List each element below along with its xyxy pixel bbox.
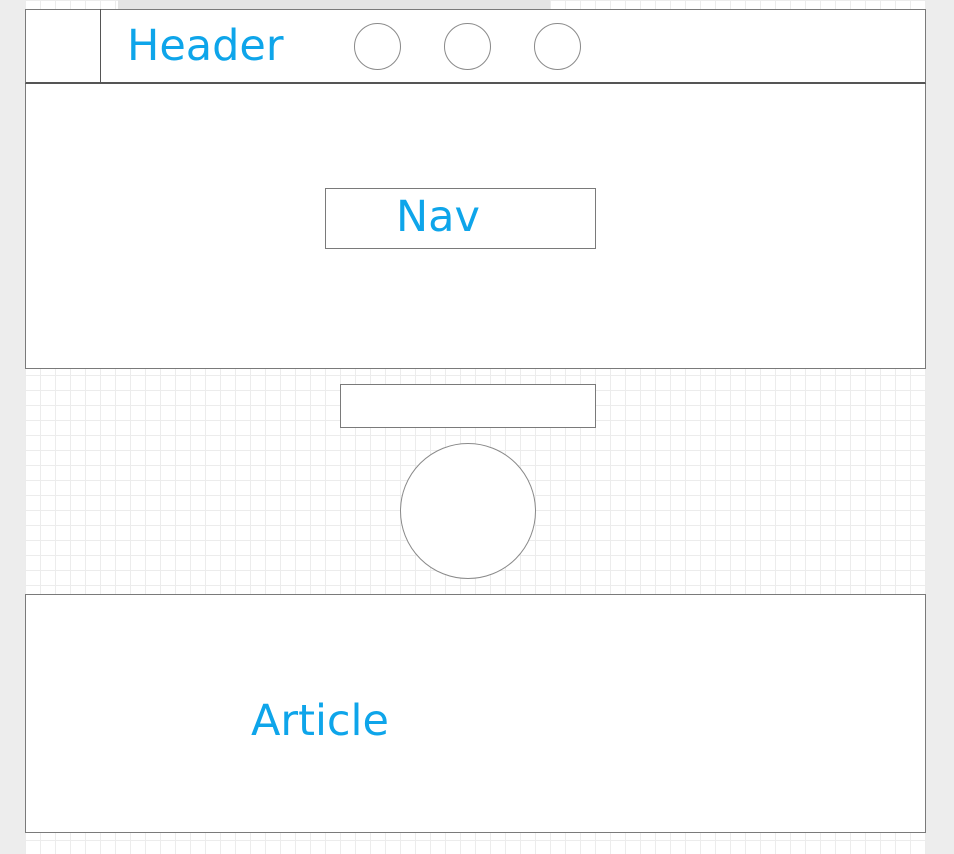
header-circle-1[interactable] (354, 23, 401, 70)
article-label: Article (251, 696, 389, 746)
header-circle-2[interactable] (444, 23, 491, 70)
header-left-divider (100, 9, 101, 83)
article-section (25, 594, 926, 833)
placeholder-rectangle[interactable] (340, 384, 596, 428)
header-circle-3[interactable] (534, 23, 581, 70)
nav-label: Nav (396, 192, 480, 242)
placeholder-circle[interactable] (400, 443, 536, 579)
top-strip (118, 0, 550, 9)
header-title: Header (127, 21, 284, 71)
